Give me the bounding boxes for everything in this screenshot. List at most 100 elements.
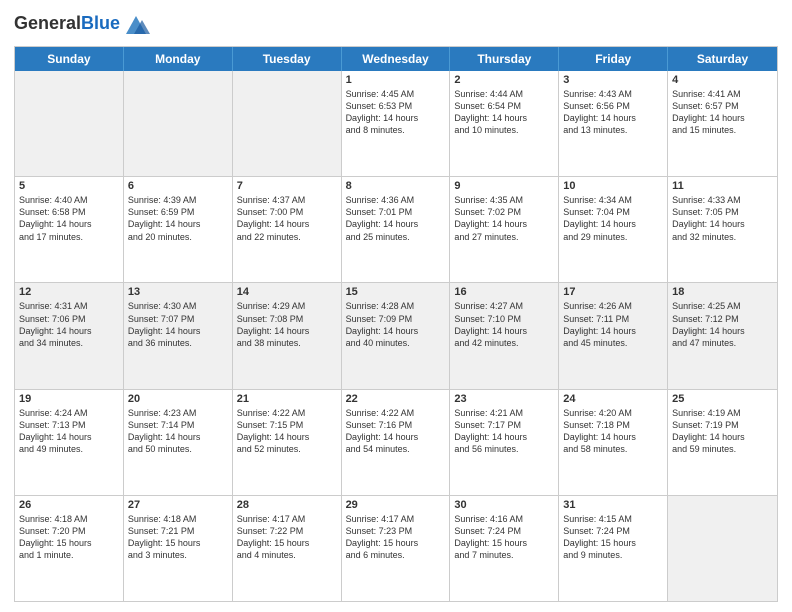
cal-cell: 5 Sunrise: 4:40 AM Sunset: 6:58 PM Daylig… bbox=[15, 177, 124, 282]
day-number: 19 bbox=[19, 393, 119, 405]
day-number: 22 bbox=[346, 393, 446, 405]
cell-info: Sunrise: 4:17 AM Sunset: 7:23 PM Dayligh… bbox=[346, 513, 446, 562]
header: GeneralBlue bbox=[14, 10, 778, 38]
header-day-sunday: Sunday bbox=[15, 47, 124, 71]
cell-info: Sunrise: 4:20 AM Sunset: 7:18 PM Dayligh… bbox=[563, 407, 663, 456]
cal-cell: 8 Sunrise: 4:36 AM Sunset: 7:01 PM Daylig… bbox=[342, 177, 451, 282]
day-number: 4 bbox=[672, 74, 773, 86]
cell-info: Sunrise: 4:15 AM Sunset: 7:24 PM Dayligh… bbox=[563, 513, 663, 562]
cal-cell: 19Sunrise: 4:24 AM Sunset: 7:13 PM Dayli… bbox=[15, 390, 124, 495]
cell-info: Sunrise: 4:22 AM Sunset: 7:15 PM Dayligh… bbox=[237, 407, 337, 456]
cal-cell: 30 Sunrise: 4:16 AM Sunset: 7:24 PM Dayli… bbox=[450, 496, 559, 601]
cell-info: Sunrise: 4:40 AM Sunset: 6:58 PM Dayligh… bbox=[19, 194, 119, 243]
cell-info: Sunrise: 4:37 AM Sunset: 7:00 PM Dayligh… bbox=[237, 194, 337, 243]
cal-cell: 7 Sunrise: 4:37 AM Sunset: 7:00 PM Daylig… bbox=[233, 177, 342, 282]
header-day-saturday: Saturday bbox=[668, 47, 777, 71]
day-number: 2 bbox=[454, 74, 554, 86]
cal-cell bbox=[668, 496, 777, 601]
day-number: 28 bbox=[237, 499, 337, 511]
cal-cell bbox=[233, 71, 342, 176]
day-number: 5 bbox=[19, 180, 119, 192]
day-number: 26 bbox=[19, 499, 119, 511]
cell-info: Sunrise: 4:19 AM Sunset: 7:19 PM Dayligh… bbox=[672, 407, 773, 456]
cell-info: Sunrise: 4:25 AM Sunset: 7:12 PM Dayligh… bbox=[672, 300, 773, 349]
day-number: 24 bbox=[563, 393, 663, 405]
cal-cell: 1 Sunrise: 4:45 AM Sunset: 6:53 PM Daylig… bbox=[342, 71, 451, 176]
cell-info: Sunrise: 4:28 AM Sunset: 7:09 PM Dayligh… bbox=[346, 300, 446, 349]
day-number: 30 bbox=[454, 499, 554, 511]
cal-cell: 28 Sunrise: 4:17 AM Sunset: 7:22 PM Dayli… bbox=[233, 496, 342, 601]
day-number: 29 bbox=[346, 499, 446, 511]
cell-info: Sunrise: 4:31 AM Sunset: 7:06 PM Dayligh… bbox=[19, 300, 119, 349]
cal-cell: 20 Sunrise: 4:23 AM Sunset: 7:14 PM Dayli… bbox=[124, 390, 233, 495]
cal-row-3: 12 Sunrise: 4:31 AM Sunset: 7:06 PM Dayli… bbox=[15, 283, 777, 389]
cal-row-5: 26 Sunrise: 4:18 AM Sunset: 7:20 PM Dayli… bbox=[15, 496, 777, 601]
cell-info: Sunrise: 4:36 AM Sunset: 7:01 PM Dayligh… bbox=[346, 194, 446, 243]
day-number: 1 bbox=[346, 74, 446, 86]
day-number: 25 bbox=[672, 393, 773, 405]
cal-cell: 24 Sunrise: 4:20 AM Sunset: 7:18 PM Dayli… bbox=[559, 390, 668, 495]
day-number: 6 bbox=[128, 180, 228, 192]
cal-cell: 15Sunrise: 4:28 AM Sunset: 7:09 PM Dayli… bbox=[342, 283, 451, 388]
cal-row-4: 19Sunrise: 4:24 AM Sunset: 7:13 PM Dayli… bbox=[15, 390, 777, 496]
cell-info: Sunrise: 4:30 AM Sunset: 7:07 PM Dayligh… bbox=[128, 300, 228, 349]
day-number: 23 bbox=[454, 393, 554, 405]
day-number: 11 bbox=[672, 180, 773, 192]
cal-cell: 22 Sunrise: 4:22 AM Sunset: 7:16 PM Dayli… bbox=[342, 390, 451, 495]
day-number: 18 bbox=[672, 286, 773, 298]
cal-row-1: 1 Sunrise: 4:45 AM Sunset: 6:53 PM Daylig… bbox=[15, 71, 777, 177]
day-number: 10 bbox=[563, 180, 663, 192]
cell-info: Sunrise: 4:18 AM Sunset: 7:21 PM Dayligh… bbox=[128, 513, 228, 562]
cell-info: Sunrise: 4:34 AM Sunset: 7:04 PM Dayligh… bbox=[563, 194, 663, 243]
day-number: 7 bbox=[237, 180, 337, 192]
cal-cell: 26 Sunrise: 4:18 AM Sunset: 7:20 PM Dayli… bbox=[15, 496, 124, 601]
cell-info: Sunrise: 4:18 AM Sunset: 7:20 PM Dayligh… bbox=[19, 513, 119, 562]
cal-cell: 4 Sunrise: 4:41 AM Sunset: 6:57 PM Daylig… bbox=[668, 71, 777, 176]
cell-info: Sunrise: 4:33 AM Sunset: 7:05 PM Dayligh… bbox=[672, 194, 773, 243]
day-number: 17 bbox=[563, 286, 663, 298]
cal-cell: 23 Sunrise: 4:21 AM Sunset: 7:17 PM Dayli… bbox=[450, 390, 559, 495]
cal-cell: 3 Sunrise: 4:43 AM Sunset: 6:56 PM Daylig… bbox=[559, 71, 668, 176]
cal-cell bbox=[15, 71, 124, 176]
cell-info: Sunrise: 4:44 AM Sunset: 6:54 PM Dayligh… bbox=[454, 88, 554, 137]
cal-cell bbox=[124, 71, 233, 176]
logo: GeneralBlue bbox=[14, 10, 150, 38]
day-number: 12 bbox=[19, 286, 119, 298]
cal-cell: 16 Sunrise: 4:27 AM Sunset: 7:10 PM Dayli… bbox=[450, 283, 559, 388]
cal-row-2: 5 Sunrise: 4:40 AM Sunset: 6:58 PM Daylig… bbox=[15, 177, 777, 283]
header-day-thursday: Thursday bbox=[450, 47, 559, 71]
cal-cell: 13Sunrise: 4:30 AM Sunset: 7:07 PM Dayli… bbox=[124, 283, 233, 388]
logo-blue-text: Blue bbox=[81, 13, 120, 33]
header-day-friday: Friday bbox=[559, 47, 668, 71]
day-number: 8 bbox=[346, 180, 446, 192]
cell-info: Sunrise: 4:23 AM Sunset: 7:14 PM Dayligh… bbox=[128, 407, 228, 456]
cal-cell: 12 Sunrise: 4:31 AM Sunset: 7:06 PM Dayli… bbox=[15, 283, 124, 388]
cal-cell: 2 Sunrise: 4:44 AM Sunset: 6:54 PM Daylig… bbox=[450, 71, 559, 176]
cell-info: Sunrise: 4:16 AM Sunset: 7:24 PM Dayligh… bbox=[454, 513, 554, 562]
cell-info: Sunrise: 4:17 AM Sunset: 7:22 PM Dayligh… bbox=[237, 513, 337, 562]
cell-info: Sunrise: 4:27 AM Sunset: 7:10 PM Dayligh… bbox=[454, 300, 554, 349]
cal-cell: 18 Sunrise: 4:25 AM Sunset: 7:12 PM Dayli… bbox=[668, 283, 777, 388]
header-day-wednesday: Wednesday bbox=[342, 47, 451, 71]
calendar-body: 1 Sunrise: 4:45 AM Sunset: 6:53 PM Daylig… bbox=[15, 71, 777, 601]
cell-info: Sunrise: 4:29 AM Sunset: 7:08 PM Dayligh… bbox=[237, 300, 337, 349]
day-number: 20 bbox=[128, 393, 228, 405]
cal-cell: 21 Sunrise: 4:22 AM Sunset: 7:15 PM Dayli… bbox=[233, 390, 342, 495]
cell-info: Sunrise: 4:21 AM Sunset: 7:17 PM Dayligh… bbox=[454, 407, 554, 456]
cal-cell: 10 Sunrise: 4:34 AM Sunset: 7:04 PM Dayli… bbox=[559, 177, 668, 282]
cell-info: Sunrise: 4:43 AM Sunset: 6:56 PM Dayligh… bbox=[563, 88, 663, 137]
day-number: 21 bbox=[237, 393, 337, 405]
header-day-monday: Monday bbox=[124, 47, 233, 71]
cal-cell: 25 Sunrise: 4:19 AM Sunset: 7:19 PM Dayli… bbox=[668, 390, 777, 495]
cal-cell: 11 Sunrise: 4:33 AM Sunset: 7:05 PM Dayli… bbox=[668, 177, 777, 282]
cal-cell: 17Sunrise: 4:26 AM Sunset: 7:11 PM Dayli… bbox=[559, 283, 668, 388]
cal-cell: 27Sunrise: 4:18 AM Sunset: 7:21 PM Dayli… bbox=[124, 496, 233, 601]
cell-info: Sunrise: 4:22 AM Sunset: 7:16 PM Dayligh… bbox=[346, 407, 446, 456]
cell-info: Sunrise: 4:41 AM Sunset: 6:57 PM Dayligh… bbox=[672, 88, 773, 137]
day-number: 3 bbox=[563, 74, 663, 86]
day-number: 16 bbox=[454, 286, 554, 298]
header-day-tuesday: Tuesday bbox=[233, 47, 342, 71]
day-number: 14 bbox=[237, 286, 337, 298]
cell-info: Sunrise: 4:45 AM Sunset: 6:53 PM Dayligh… bbox=[346, 88, 446, 137]
day-number: 31 bbox=[563, 499, 663, 511]
